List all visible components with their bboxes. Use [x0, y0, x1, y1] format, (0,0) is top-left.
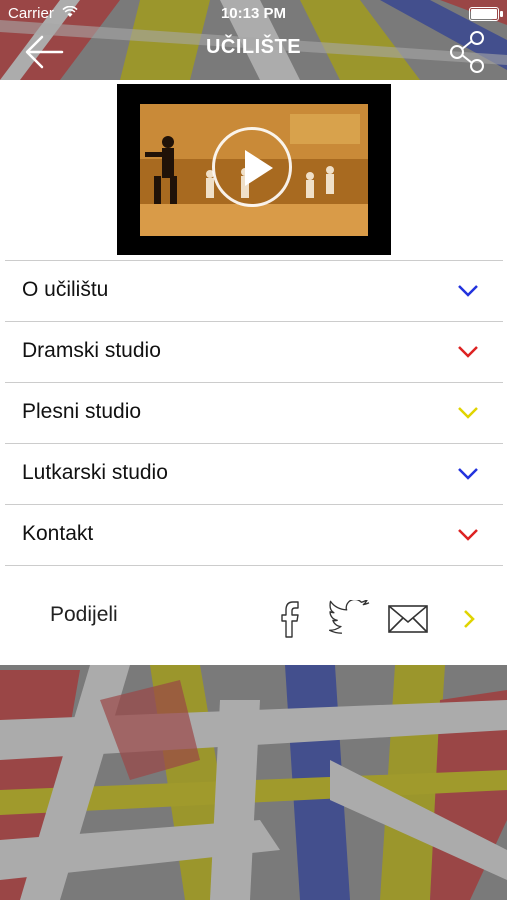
- twitter-icon[interactable]: [329, 600, 371, 636]
- content-panel: O učilištu Dramski studio Plesni studio …: [0, 80, 507, 665]
- share-icon[interactable]: [447, 30, 487, 74]
- menu-item-label: Kontakt: [22, 522, 94, 545]
- top-bar: Carrier 10:13 PM UČILIŠTE: [0, 0, 507, 80]
- status-time: 10:13 PM: [220, 5, 287, 22]
- battery-icon: [469, 7, 503, 21]
- status-bar: Carrier 10:13 PM: [0, 0, 507, 28]
- page-title: UČILIŠTE: [205, 36, 302, 58]
- menu-item-label: Lutkarski studio: [22, 461, 168, 484]
- chevron-down-icon: [458, 407, 478, 419]
- chevron-down-icon: [458, 346, 478, 358]
- share-label: Podijeli: [50, 603, 118, 626]
- facebook-icon[interactable]: [275, 600, 305, 638]
- menu-item-lutkarski-studio[interactable]: Lutkarski studio: [5, 443, 503, 504]
- menu-item-label: Dramski studio: [22, 339, 161, 362]
- chevron-down-icon: [458, 529, 478, 541]
- menu-item-plesni-studio[interactable]: Plesni studio: [5, 382, 503, 443]
- menu-item-dramski-studio[interactable]: Dramski studio: [5, 321, 503, 382]
- mail-icon[interactable]: [387, 602, 429, 636]
- chevron-down-icon: [458, 285, 478, 297]
- menu-item-label: O učilištu: [22, 278, 109, 301]
- menu-item-kontakt[interactable]: Kontakt: [5, 504, 503, 565]
- video-player[interactable]: [117, 84, 391, 255]
- menu-item-label: Plesni studio: [22, 400, 142, 423]
- play-icon[interactable]: [212, 127, 292, 207]
- chevron-down-icon: [458, 468, 478, 480]
- menu-item-o-ucilistu[interactable]: O učilištu: [5, 260, 503, 321]
- menu-list: O učilištu Dramski studio Plesni studio …: [5, 260, 503, 565]
- share-row: Podijeli: [5, 565, 503, 666]
- chevron-right-icon[interactable]: [461, 608, 477, 630]
